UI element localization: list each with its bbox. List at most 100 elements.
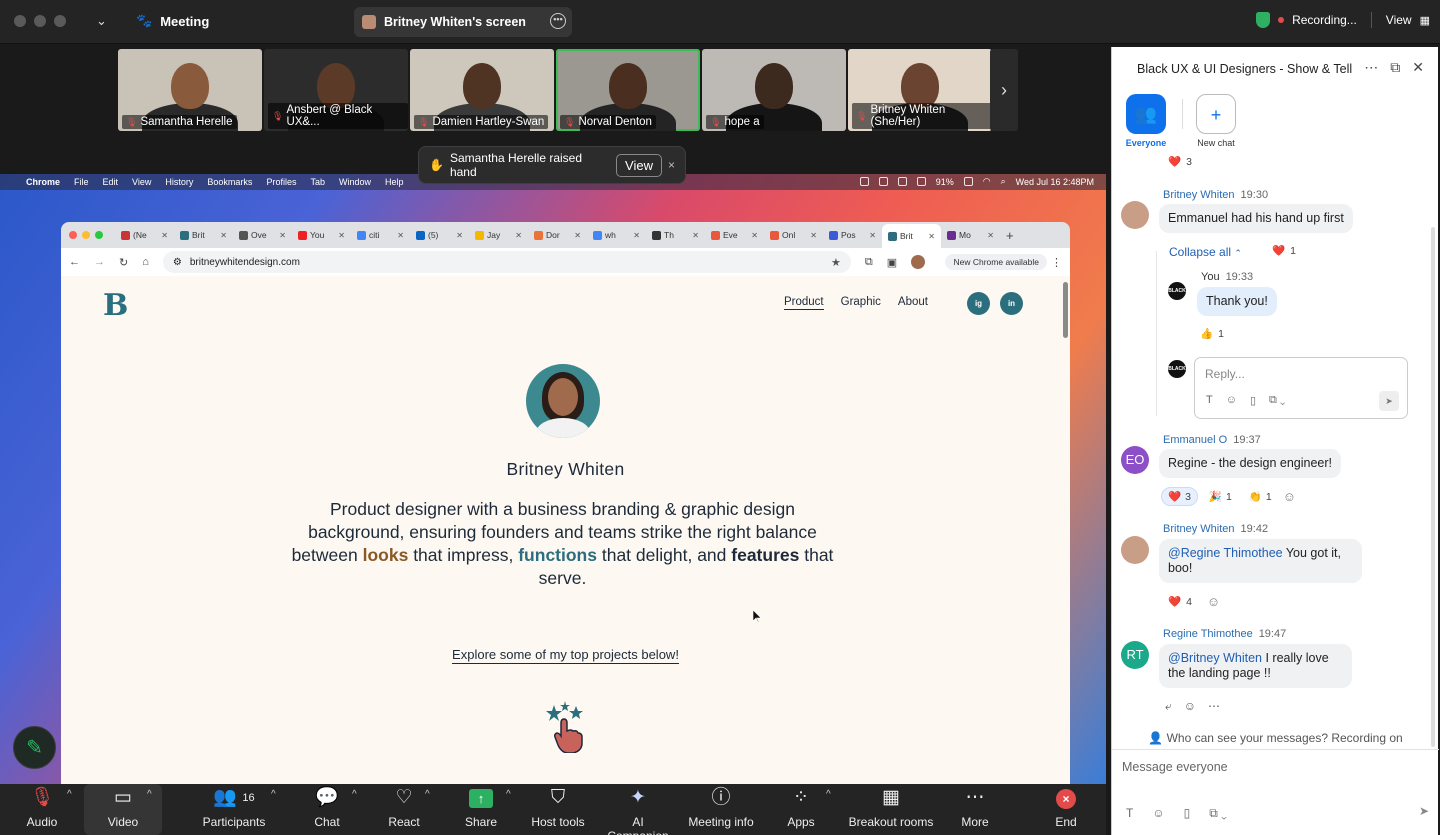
- shared-screen-tab[interactable]: Britney Whiten's screen •••: [354, 7, 572, 37]
- url-text: britneywhitendesign.com: [189, 256, 300, 268]
- reply-input[interactable]: Reply... T ☺ ▯ ⧉ ⌄ ➤: [1194, 357, 1408, 419]
- site-tagline: Product designer with a business brandin…: [291, 499, 834, 588]
- audio-button[interactable]: 🎙 Audio: [18, 784, 66, 835]
- shield-icon: ⛉: [550, 787, 566, 808]
- message-input[interactable]: Message everyone T ☺ ▯ ⧉ ⌄ ➤: [1112, 749, 1439, 835]
- add-reaction-icon[interactable]: ☺: [1283, 489, 1296, 504]
- close-tab-icon: ✕: [869, 230, 876, 240]
- grid-view-icon[interactable]: ▦: [1420, 14, 1430, 27]
- participant-tile[interactable]: 🎙 Norval Denton: [556, 49, 700, 131]
- new-chat-button[interactable]: + New chat: [1186, 94, 1246, 148]
- security-shield-icon[interactable]: [1256, 12, 1271, 28]
- paw-icon: 🐾: [136, 13, 153, 28]
- message-bubble[interactable]: @Regine Thimothee You got it, boo!: [1159, 539, 1362, 583]
- view-raised-hand-button[interactable]: View: [616, 153, 662, 177]
- chrome-tab: Th ✕: [646, 225, 705, 245]
- participant-tile[interactable]: 🎙 Britney Whiten (She/Her): [848, 49, 992, 131]
- meeting-tab[interactable]: 🐾 Meeting: [136, 13, 209, 29]
- chat-caret-icon[interactable]: ^: [352, 789, 357, 800]
- minimize-window-button[interactable]: [34, 15, 46, 27]
- end-button[interactable]: × End: [1050, 784, 1082, 835]
- chat-button[interactable]: 💬 Chat: [308, 784, 346, 835]
- reaction-chip[interactable]: ❤️ 3: [1161, 487, 1198, 506]
- message-bubble[interactable]: Emmanuel had his hand up first: [1159, 204, 1353, 233]
- emoji-icon[interactable]: ☺: [1226, 394, 1237, 407]
- close-tab-icon: ✕: [220, 230, 227, 240]
- text-format-icon[interactable]: T: [1206, 394, 1213, 407]
- heart-outline-icon: ♡: [395, 787, 413, 808]
- chrome-tab: Onl ✕: [764, 225, 823, 245]
- party-icon: 🎉: [1208, 491, 1222, 503]
- collapse-all-button[interactable]: Collapse all ⌃: [1169, 245, 1242, 259]
- muted-mic-icon: 🎙: [126, 116, 138, 127]
- close-window-button[interactable]: [14, 15, 26, 27]
- annotate-pencil-button[interactable]: ✎: [13, 726, 56, 769]
- chat-scrollbar[interactable]: [1431, 227, 1435, 747]
- file-icon[interactable]: ▯: [1250, 394, 1256, 407]
- chrome-tab: Brit ✕: [882, 224, 941, 248]
- gallery-next-button[interactable]: ›: [990, 49, 1018, 131]
- host-tools-button[interactable]: ⛉ Host tools: [528, 784, 588, 835]
- close-icon[interactable]: ×: [668, 158, 675, 172]
- message-visibility-notice[interactable]: 👤 Who can see your messages? Recording o…: [1112, 731, 1439, 745]
- heart-icon: ❤️: [1272, 245, 1286, 257]
- add-reaction-icon[interactable]: ☺: [1184, 699, 1196, 714]
- muted-mic-icon: 🎙: [272, 110, 284, 121]
- reaction-chip[interactable]: 👏 1: [1243, 488, 1278, 505]
- view-button[interactable]: View: [1386, 13, 1412, 27]
- meeting-info-button[interactable]: ⓘ Meeting info: [686, 784, 756, 835]
- participants-button[interactable]: 👥 16 Participants: [200, 784, 268, 835]
- close-icon[interactable]: ✕: [1412, 59, 1424, 76]
- favicon-icon: [711, 230, 720, 240]
- more-options-icon[interactable]: ⋯: [1364, 59, 1378, 76]
- apps-caret-icon[interactable]: ^: [826, 789, 831, 800]
- participant-face: [463, 63, 501, 109]
- participant-tile[interactable]: 🎙 Ansbert @ Black UX&...: [264, 49, 408, 131]
- audio-caret-icon[interactable]: ^: [67, 789, 72, 800]
- chevron-down-icon[interactable]: ⌄: [96, 13, 107, 29]
- emoji-icon[interactable]: ☺: [1152, 806, 1164, 821]
- screenshot-icon[interactable]: ⧉ ⌄: [1269, 394, 1285, 407]
- battery-percent: 91%: [935, 176, 954, 187]
- add-reaction-icon[interactable]: ☺: [1207, 594, 1220, 609]
- message-meta: Emmanuel O 19:37: [1163, 434, 1261, 446]
- pop-out-icon[interactable]: ⧉: [1390, 59, 1400, 76]
- participant-tile[interactable]: 🎙 hope a: [702, 49, 846, 131]
- recording-status[interactable]: Recording...: [1292, 13, 1357, 27]
- participant-tile[interactable]: 🎙 Damien Hartley-Swan: [410, 49, 554, 131]
- more-button[interactable]: ⋯ More: [956, 784, 994, 835]
- screenshot-icon[interactable]: ⧉ ⌄: [1209, 806, 1227, 821]
- send-icon[interactable]: ➤: [1379, 391, 1399, 411]
- chrome-tab: Jay ✕: [469, 225, 528, 245]
- message-bubble[interactable]: Regine - the design engineer!: [1159, 449, 1342, 478]
- video-caret-icon[interactable]: ^: [147, 789, 152, 800]
- chrome-tab: wh ✕: [587, 225, 646, 245]
- participants-caret-icon[interactable]: ^: [271, 789, 276, 800]
- everyone-channel[interactable]: 👥 Everyone: [1116, 94, 1176, 148]
- apps-button[interactable]: ⁘ Apps: [784, 784, 818, 835]
- reaction-row: 👍 1: [1200, 327, 1224, 341]
- shared-screen: Chrome File Edit View History Bookmarks Profil…: [0, 174, 1106, 784]
- reaction-chip[interactable]: 🎉 1: [1203, 488, 1238, 505]
- favicon-icon: [475, 230, 484, 240]
- mac-menu-item: Chrome: [26, 177, 61, 187]
- text-format-icon[interactable]: T: [1126, 806, 1133, 821]
- ai-companion-button[interactable]: ✦ AI Companion: [600, 784, 676, 835]
- send-icon[interactable]: ➤: [1419, 804, 1429, 818]
- group-icon: 👥: [1126, 94, 1166, 134]
- share-button[interactable]: ↑ Share: [463, 784, 499, 835]
- share-caret-icon[interactable]: ^: [506, 789, 511, 800]
- more-options-icon[interactable]: •••: [550, 13, 566, 29]
- message-bubble[interactable]: @Britney Whiten I really love the landin…: [1159, 644, 1352, 688]
- react-caret-icon[interactable]: ^: [425, 789, 430, 800]
- more-options-icon[interactable]: ⋯: [1208, 699, 1220, 714]
- file-icon[interactable]: ▯: [1184, 806, 1191, 821]
- reply-thread-icon[interactable]: ⤶: [1165, 699, 1172, 714]
- message-bubble[interactable]: Thank you!: [1197, 287, 1277, 316]
- maximize-window-button[interactable]: [54, 15, 66, 27]
- reaction-row: ❤️ 4 ☺: [1168, 594, 1221, 609]
- participant-tile[interactable]: 🎙 Samantha Herelle: [118, 49, 262, 131]
- breakout-rooms-button[interactable]: ▦ Breakout rooms: [848, 784, 934, 835]
- react-button[interactable]: ♡ React: [384, 784, 424, 835]
- more-dots-icon: ⋯: [965, 787, 985, 808]
